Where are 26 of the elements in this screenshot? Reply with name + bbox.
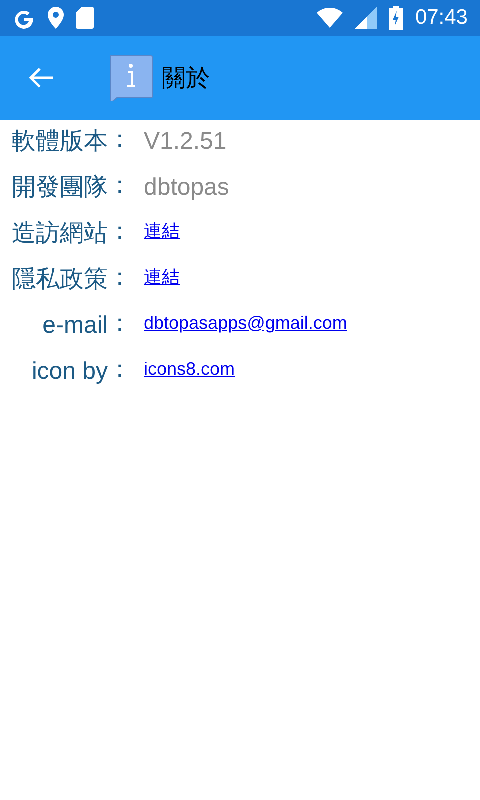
field-label: e-mail (42, 311, 108, 341)
colon: ： (108, 262, 133, 292)
signal-icon (355, 7, 378, 29)
field-value: dbtopas (144, 173, 230, 203)
field-label: 造訪網站 (11, 219, 108, 249)
colon: ： (108, 354, 133, 384)
field-label: 隱私政策 (11, 265, 108, 295)
location-icon (48, 7, 64, 29)
status-time: 07:43 (415, 6, 468, 30)
field-label: 軟體版本 (11, 127, 108, 157)
colon: ： (108, 170, 133, 200)
link[interactable]: 連結 (144, 262, 180, 292)
field-label: 開發團隊 (11, 173, 108, 203)
colon: ： (108, 216, 133, 246)
field-value: V1.2.51 (144, 127, 227, 157)
colon: ： (108, 308, 133, 338)
page-title: 關於 (162, 63, 210, 94)
link[interactable]: 連結 (144, 216, 180, 246)
field-label: icon by (30, 357, 108, 387)
link[interactable]: dbtopasapps@gmail.com (144, 308, 348, 338)
info-icon (108, 55, 154, 101)
wifi-icon (317, 8, 344, 28)
link[interactable]: icons8.com (144, 354, 236, 384)
battery-icon (389, 6, 404, 30)
sd-card-icon (76, 7, 94, 29)
colon: ： (108, 124, 133, 154)
